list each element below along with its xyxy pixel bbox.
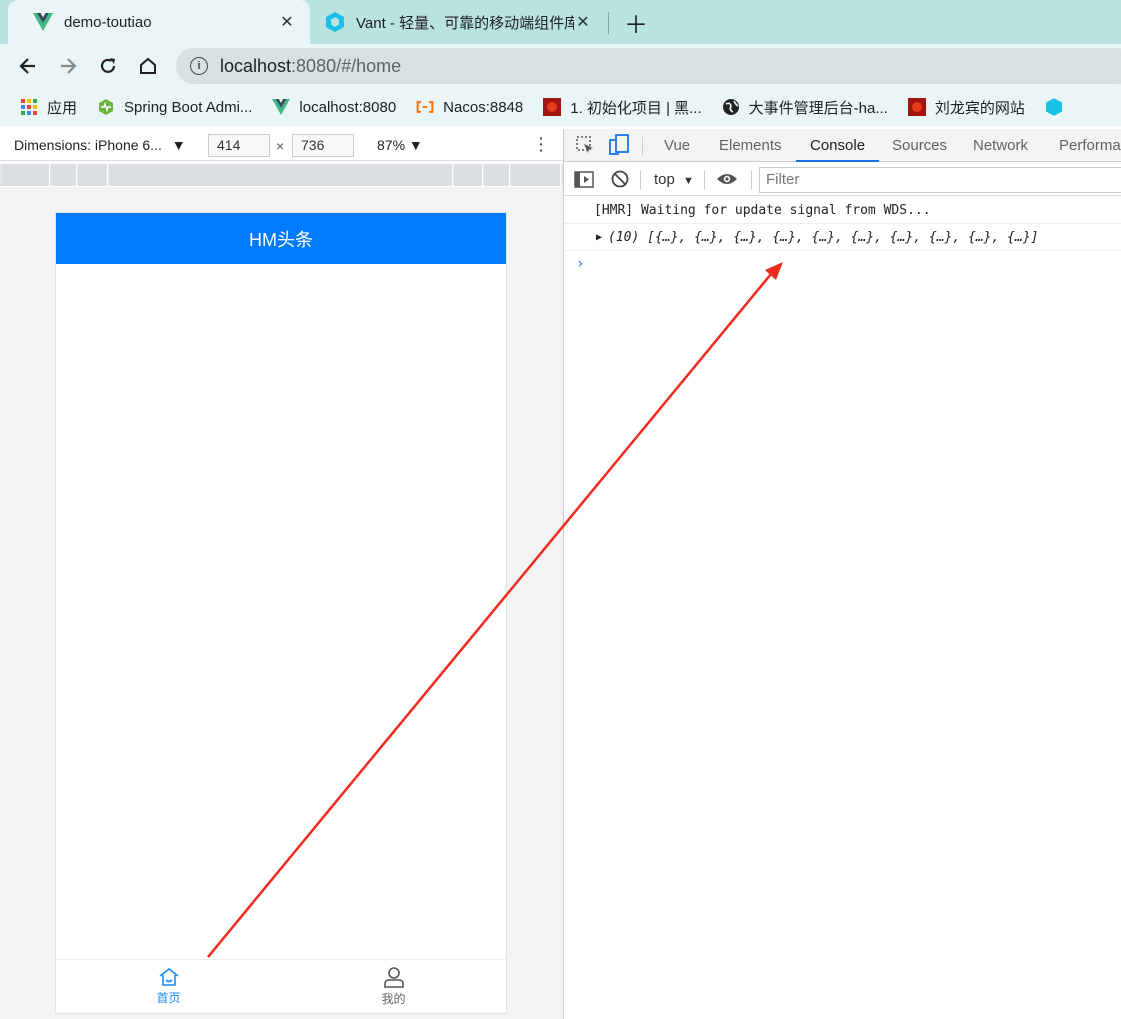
device-toolbar: Dimensions: iPhone 6... ▼ 414 × 736 87% … — [0, 129, 563, 161]
sidebar-toggle-icon[interactable] — [574, 171, 594, 192]
reload-button[interactable] — [94, 52, 122, 80]
tab-network[interactable]: Network — [973, 129, 1028, 162]
tab-title: Vant - 轻量、可靠的移动端组件库 — [356, 14, 574, 32]
apps-grid-icon — [20, 98, 38, 116]
media-query-segment[interactable] — [2, 164, 50, 186]
media-query-segment[interactable] — [109, 164, 453, 186]
devtools-tab-bar: Vue Elements Console Sources Network Per… — [564, 129, 1121, 162]
inspect-element-icon[interactable] — [576, 136, 595, 159]
dropdown-arrow-icon: ▼ — [683, 175, 694, 187]
close-icon[interactable]: ✕ — [574, 13, 592, 31]
bookmark-nacos[interactable]: Nacos:8848 — [416, 98, 523, 116]
tab-strip: demo-toutiao ✕ Vant - 轻量、可靠的移动端组件库 ✕ ＋ — [0, 0, 1121, 44]
media-query-segment[interactable] — [78, 164, 108, 186]
toolbar-divider — [704, 170, 705, 190]
spring-boot-admin-icon — [97, 98, 115, 116]
vue-logo-icon — [272, 98, 291, 116]
tab-console[interactable]: Console — [796, 129, 880, 162]
info-icon[interactable]: i — [190, 57, 208, 75]
media-query-segment[interactable] — [454, 164, 483, 186]
bookmarks-bar: 应用 Spring Boot Admi... localhost:8080 Na… — [0, 88, 1121, 126]
tab-separator — [608, 12, 609, 34]
clear-console-icon[interactable] — [611, 170, 629, 192]
tab-vue[interactable]: Vue — [664, 129, 690, 162]
bookmark-label: Nacos:8848 — [443, 98, 524, 116]
tabbar-label: 我的 — [381, 992, 406, 1006]
home-button[interactable] — [134, 52, 162, 80]
app-tab-bar: 首页 我的 — [56, 959, 506, 1013]
console-log-hmr: [HMR] Waiting for update signal from WDS… — [564, 197, 1121, 224]
console-prompt-icon[interactable]: › — [576, 256, 584, 272]
bookmark-label: localhost:8080 — [299, 98, 397, 116]
bookmark-label: Spring Boot Admi... — [124, 98, 253, 116]
console-output: [HMR] Waiting for update signal from WDS… — [564, 196, 1121, 1019]
tab-demo-toutiao[interactable]: demo-toutiao ✕ — [8, 0, 310, 44]
bookmark-apps[interactable]: 应用 — [20, 97, 77, 118]
media-query-segment[interactable] — [511, 164, 561, 186]
bookmark-label: 应用 — [47, 99, 78, 117]
device-toolbar-toggle-icon[interactable] — [609, 134, 629, 160]
tabbar-item-mine[interactable]: 我的 — [281, 960, 506, 1013]
alibaba-cloud-icon — [416, 98, 434, 116]
tab-sources[interactable]: Sources — [892, 129, 947, 162]
bookmark-label: 大事件管理后台-ha... — [748, 99, 888, 117]
vue-logo-icon — [32, 11, 54, 33]
user-icon — [383, 967, 404, 988]
bookmark-overflow[interactable] — [1045, 98, 1072, 116]
eye-icon[interactable] — [716, 172, 738, 190]
expand-triangle-icon[interactable]: ▶ — [596, 224, 602, 251]
toolbar-divider — [640, 170, 641, 190]
console-log-array[interactable]: ▶ (10) [{…}, {…}, {…}, {…}, {…}, {…}, {…… — [564, 224, 1121, 251]
tabbar-item-home[interactable]: 首页 — [56, 960, 281, 1013]
back-button[interactable] — [14, 52, 42, 80]
page-title: HM头条 — [249, 229, 313, 250]
phone-screen: HM头条 首页 我的 — [55, 212, 507, 1014]
vant-logo-icon — [324, 11, 346, 33]
bookmark-liulongbin[interactable]: 刘龙宾的网站 — [907, 97, 1025, 118]
bookmark-big-event-admin[interactable]: 大事件管理后台-ha... — [722, 97, 888, 118]
device-width-input[interactable]: 414 — [208, 134, 270, 157]
forward-button[interactable] — [54, 52, 82, 80]
toolbar-divider — [642, 137, 643, 155]
zoom-select[interactable]: 87% ▼ — [377, 137, 423, 153]
reload-icon — [100, 58, 116, 73]
media-query-segment[interactable] — [484, 164, 510, 186]
console-filter-input[interactable]: Filter — [759, 167, 1121, 193]
bookmark-label: 刘龙宾的网站 — [934, 99, 1025, 117]
red-site-icon — [907, 98, 926, 116]
app-nav-bar: HM头条 — [56, 213, 506, 264]
array-preview: (10) [{…}, {…}, {…}, {…}, {…}, {…}, {…},… — [608, 230, 1039, 245]
vant-logo-icon — [1045, 98, 1063, 116]
dropdown-arrow-icon: ▼ — [171, 137, 186, 153]
media-query-segment[interactable] — [51, 164, 77, 186]
bookmark-init-project[interactable]: 1. 初始化项目 | 黑... — [543, 97, 702, 118]
device-height-input[interactable]: 736 — [292, 134, 354, 157]
tabbar-label: 首页 — [156, 991, 181, 1005]
tab-elements[interactable]: Elements — [719, 129, 782, 162]
new-tab-button[interactable]: ＋ — [622, 8, 650, 39]
tab-performance[interactable]: Performa — [1059, 129, 1121, 162]
context-select[interactable]: top ▼ — [654, 171, 694, 188]
home-icon — [159, 967, 178, 986]
toolbar-divider — [751, 170, 752, 190]
tab-vant[interactable]: Vant - 轻量、可靠的移动端组件库 ✕ — [300, 0, 606, 44]
bookmark-spring-boot-admin[interactable]: Spring Boot Admi... — [97, 98, 252, 116]
bookmark-localhost[interactable]: localhost:8080 — [272, 98, 396, 116]
times-symbol: × — [276, 138, 285, 154]
dropdown-arrow-icon: ▼ — [408, 137, 423, 153]
dimensions-select[interactable]: Dimensions: iPhone 6... ▼ — [14, 137, 186, 153]
home-icon — [140, 57, 156, 74]
bookmark-label: 1. 初始化项目 | 黑... — [570, 99, 702, 117]
tab-title: demo-toutiao — [64, 13, 152, 31]
more-options-icon[interactable]: ⋮ — [532, 134, 550, 155]
close-icon[interactable]: ✕ — [278, 13, 296, 31]
address-bar[interactable]: i localhost:8080/#/home — [176, 48, 1121, 84]
arrow-left-icon — [19, 58, 35, 74]
arrow-right-icon — [61, 58, 77, 74]
red-site-icon — [543, 98, 562, 116]
url-text: localhost:8080/#/home — [220, 55, 402, 76]
globe-icon — [722, 98, 740, 116]
